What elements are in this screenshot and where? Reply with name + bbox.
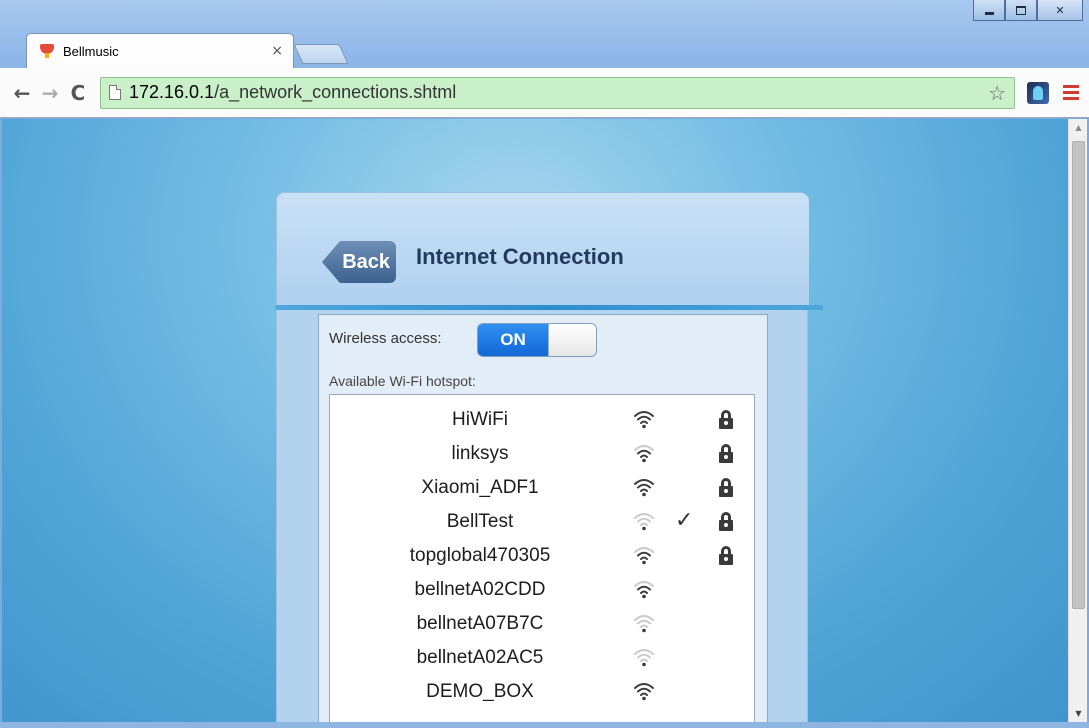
network-row[interactable]: bellnetA02AC5: [330, 641, 756, 675]
wifi-signal-icon: [634, 649, 654, 667]
scroll-down-icon[interactable]: ▼: [1069, 705, 1088, 722]
tab-bellmusic[interactable]: Bellmusic ×: [26, 33, 294, 68]
url-path: /a_network_connections.shtml: [214, 82, 457, 102]
toggle-on-label: ON: [478, 324, 548, 356]
window-bottom-border: [0, 722, 1089, 728]
maximize-button[interactable]: [1005, 0, 1037, 21]
browser-toolbar: ← → C 172.16.0.1/a_network_connections.s…: [0, 68, 1089, 118]
wifi-signal-icon: [634, 411, 654, 429]
header-divider: [275, 305, 823, 310]
internet-connection-panel: Back Internet Connection Wireless access…: [275, 192, 823, 722]
scroll-up-icon[interactable]: ▲: [1069, 119, 1088, 136]
forward-arrow-icon[interactable]: →: [38, 81, 62, 105]
page-icon: [109, 85, 121, 100]
page-viewport: Back Internet Connection Wireless access…: [2, 119, 1068, 722]
wifi-signal-icon: [634, 513, 654, 531]
lock-icon: [719, 410, 733, 429]
url-host: 172.16.0.1: [129, 82, 215, 102]
network-row[interactable]: Xiaomi_ADF1: [330, 471, 756, 505]
tab-title: Bellmusic: [63, 43, 119, 59]
lock-icon: [719, 478, 733, 497]
network-row[interactable]: HiWiFi: [330, 403, 756, 437]
network-row[interactable]: BellTest ✓: [330, 505, 756, 539]
tab-strip: ✕ Bellmusic ×: [0, 0, 1089, 68]
wireless-access-label: Wireless access:: [329, 330, 442, 347]
bellmusic-favicon-icon: [39, 43, 55, 59]
lock-icon: [719, 546, 733, 565]
address-bar[interactable]: 172.16.0.1/a_network_connections.shtml ☆: [100, 76, 1015, 109]
lock-icon: [719, 512, 733, 531]
back-arrow-icon[interactable]: ←: [10, 81, 34, 105]
extension-icon[interactable]: [1027, 81, 1049, 104]
network-ssid: topglobal470305: [409, 545, 551, 566]
network-ssid: bellnetA07B7C: [416, 613, 544, 634]
tab-close-icon[interactable]: ×: [271, 43, 283, 59]
network-ssid: bellnetA02CDD: [414, 579, 546, 600]
scroll-thumb[interactable]: [1072, 141, 1085, 609]
wifi-signal-icon: [634, 547, 654, 565]
lock-icon: [719, 444, 733, 463]
wifi-signal-icon: [634, 581, 654, 599]
wifi-settings-box: Wireless access: ON Available Wi-Fi hots…: [318, 314, 768, 722]
hotspot-list: HiWiFi linksys Xiaomi_ADF1 BellTest ✓ topglob…: [329, 394, 755, 722]
bookmark-star-icon[interactable]: ☆: [988, 81, 1006, 105]
connected-check-icon: ✓: [675, 508, 694, 533]
panel-header: Back Internet Connection: [277, 193, 809, 306]
scrollbar[interactable]: ▲ ▼: [1068, 119, 1087, 722]
new-tab-button[interactable]: [293, 44, 349, 64]
network-row[interactable]: topglobal470305: [330, 539, 756, 573]
chrome-menu-icon[interactable]: [1063, 85, 1079, 100]
network-row[interactable]: bellnetA02CDD: [330, 573, 756, 607]
toggle-knob[interactable]: [548, 324, 596, 356]
back-button[interactable]: Back: [322, 241, 396, 283]
network-row[interactable]: DEMO_BOX: [330, 675, 756, 709]
wifi-signal-icon: [634, 615, 654, 633]
wifi-signal-icon: [634, 445, 654, 463]
minimize-button[interactable]: [973, 0, 1005, 21]
network-ssid: Xiaomi_ADF1: [421, 477, 539, 498]
network-row[interactable]: bellnetA07B7C: [330, 607, 756, 641]
reload-icon[interactable]: C: [66, 81, 90, 105]
network-ssid: DEMO_BOX: [426, 681, 534, 702]
page-title: Internet Connection: [416, 244, 624, 269]
window-controls: ✕: [973, 0, 1083, 24]
wifi-signal-icon: [634, 479, 654, 497]
network-ssid: bellnetA02AC5: [416, 647, 544, 668]
wifi-signal-icon: [634, 683, 654, 701]
browser-window: ✕ Bellmusic × ← → C 172.16.0.1/a_network…: [0, 0, 1089, 728]
network-ssid: linksys: [451, 443, 509, 464]
network-ssid: BellTest: [446, 511, 514, 532]
network-row[interactable]: linksys: [330, 437, 756, 471]
hotspot-list-label: Available Wi-Fi hotspot:: [329, 373, 476, 389]
network-ssid: HiWiFi: [452, 409, 508, 430]
wireless-toggle[interactable]: ON: [477, 323, 597, 357]
close-window-button[interactable]: ✕: [1037, 0, 1083, 21]
